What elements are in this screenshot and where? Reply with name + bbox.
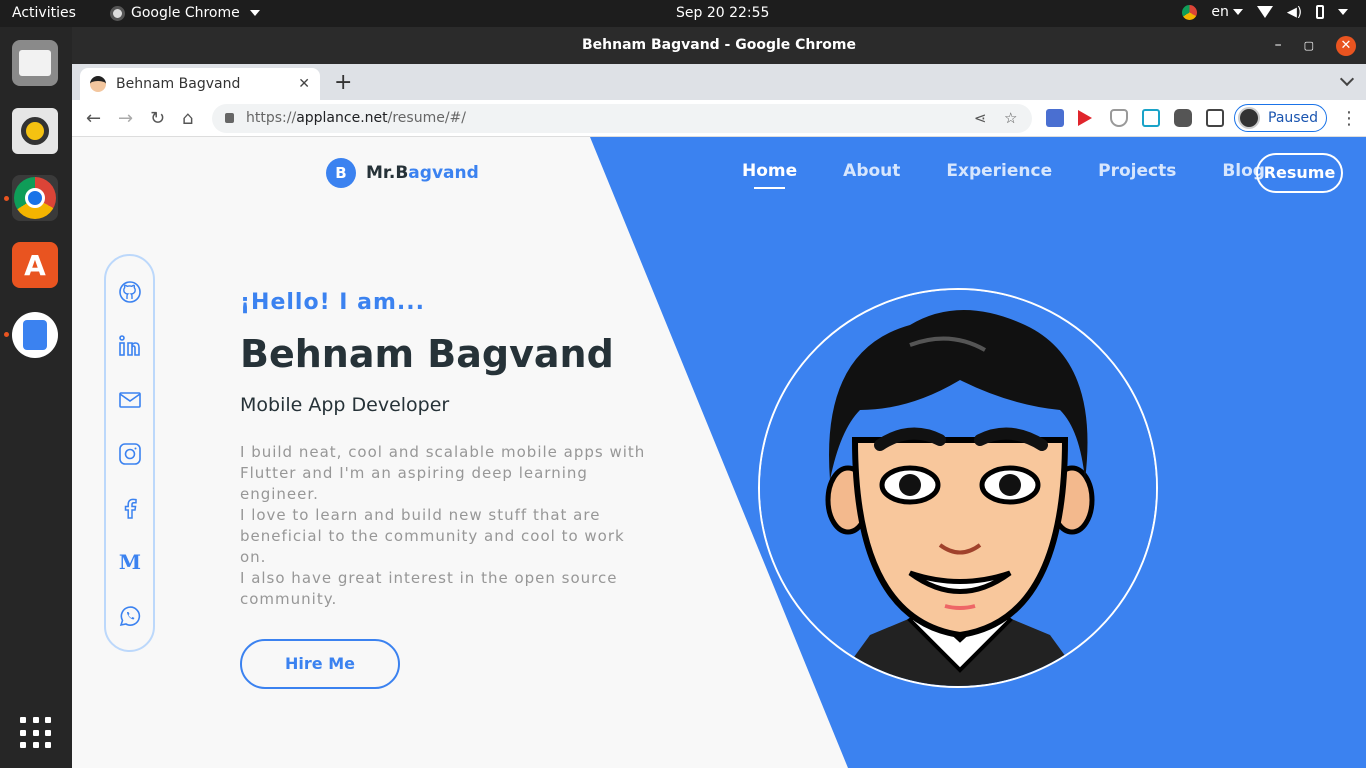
bookmark-star-icon[interactable]: ☆ — [1004, 104, 1017, 133]
red-arrow-extension-icon[interactable] — [1078, 109, 1096, 127]
nav-about[interactable]: About — [843, 161, 900, 181]
hire-me-button[interactable]: Hire Me — [240, 639, 400, 689]
url-host: applance.net — [296, 110, 388, 126]
rhythmbox-app-icon[interactable] — [12, 108, 58, 154]
reload-button[interactable]: ↻ — [150, 108, 165, 129]
shield-extension-icon[interactable] — [1110, 109, 1128, 127]
profile-status: Paused — [1268, 110, 1319, 126]
software-center-icon[interactable]: A — [12, 242, 58, 288]
dock: A — [0, 27, 72, 768]
volume-icon: ◀) — [1286, 4, 1302, 20]
profile-button[interactable]: Paused — [1234, 104, 1327, 132]
bio-paragraph: I also have great interest in the open s… — [240, 569, 618, 608]
url-prefix: https:// — [246, 110, 297, 126]
favicon-icon — [90, 76, 106, 92]
nav-projects[interactable]: Projects — [1098, 161, 1176, 181]
browser-toolbar: ← → ↻ ⌂ https://applance.net/resume/#/ ⋖… — [72, 100, 1366, 137]
show-apps-icon[interactable] — [20, 717, 52, 749]
system-top-bar: Activities Google Chrome Sep 20 22:55 en… — [0, 0, 1366, 27]
instagram-icon[interactable] — [118, 442, 142, 466]
hero-name: Behnam Bagvand — [240, 332, 614, 376]
web-page: B Mr.Bagvand Home About Experience Proje… — [72, 137, 1366, 768]
whatsapp-icon[interactable] — [118, 604, 142, 628]
nav-home[interactable]: Home — [742, 161, 797, 189]
extensions-puzzle-icon[interactable] — [1174, 109, 1192, 127]
clock[interactable]: Sep 20 22:55 — [676, 5, 769, 21]
system-tray[interactable]: en ◀) — [1182, 4, 1348, 20]
bio-paragraph: I build neat, cool and scalable mobile a… — [240, 443, 646, 503]
browser-tab[interactable]: Behnam Bagvand ✕ — [80, 68, 320, 100]
bio-paragraph: I love to learn and build new stuff that… — [240, 506, 625, 566]
logo-text-dark: Mr.B — [366, 163, 409, 183]
kebab-menu-icon[interactable]: ⋮ — [1340, 108, 1358, 129]
social-links-bar: M — [104, 254, 155, 652]
url-path: /resume/#/ — [387, 110, 466, 126]
chevron-down-icon — [1232, 9, 1243, 15]
lock-icon — [225, 113, 234, 123]
running-indicator — [4, 196, 9, 201]
android-studio-icon[interactable] — [12, 312, 58, 358]
close-button[interactable]: ✕ — [1336, 35, 1356, 56]
window-title: Behnam Bagvand - Google Chrome — [581, 37, 857, 53]
facebook-icon[interactable] — [118, 496, 142, 520]
resume-button[interactable]: Resume — [1256, 153, 1343, 193]
maximize-button[interactable]: ▢ — [1304, 27, 1314, 64]
home-button[interactable]: ⌂ — [182, 108, 193, 129]
logo-text-blue: agvand — [408, 163, 479, 183]
chevron-down-icon — [1338, 9, 1348, 15]
window-titlebar: Behnam Bagvand - Google Chrome – ▢ ✕ — [72, 27, 1366, 64]
app-menu[interactable]: Google Chrome — [110, 5, 260, 21]
chrome-icon — [110, 5, 125, 21]
chrome-tray-icon[interactable] — [1182, 4, 1198, 20]
hero-bio: I build neat, cool and scalable mobile a… — [240, 442, 650, 610]
sync-extension-icon[interactable] — [1142, 109, 1160, 127]
site-nav: Home About Experience Projects Blog — [742, 161, 1265, 189]
site-logo[interactable]: B Mr.Bagvand — [326, 158, 479, 188]
forward-button[interactable]: → — [118, 108, 133, 129]
share-icon[interactable]: ⋖ — [974, 104, 987, 133]
svg-text:M: M — [119, 550, 141, 574]
hello-greeting: ¡Hello! I am... — [240, 290, 425, 315]
chevron-down-icon — [249, 10, 260, 16]
running-indicator — [4, 332, 9, 337]
tab-strip: Behnam Bagvand ✕ + — [72, 64, 1366, 100]
github-icon[interactable] — [118, 280, 142, 304]
side-panel-icon[interactable] — [1206, 109, 1224, 127]
chrome-window: Behnam Bagvand - Google Chrome – ▢ ✕ Beh… — [72, 27, 1366, 768]
mail-icon[interactable] — [118, 388, 142, 412]
address-bar[interactable]: https://applance.net/resume/#/ ⋖ ☆ — [212, 104, 1032, 133]
minimize-button[interactable]: – — [1275, 27, 1282, 64]
tab-title: Behnam Bagvand — [116, 76, 241, 92]
nav-experience[interactable]: Experience — [946, 161, 1052, 181]
avatar-image — [758, 288, 1158, 688]
activities-button[interactable]: Activities — [12, 5, 76, 21]
app-menu-label: Google Chrome — [131, 5, 240, 21]
back-button[interactable]: ← — [86, 108, 101, 129]
wifi-icon — [1256, 6, 1273, 18]
linkedin-icon[interactable] — [118, 334, 142, 358]
files-app-icon[interactable] — [12, 40, 58, 86]
tab-search-icon[interactable] — [1339, 71, 1355, 87]
profile-avatar — [1238, 107, 1260, 129]
translate-extension-icon[interactable] — [1046, 109, 1064, 127]
language-indicator[interactable]: en — [1211, 4, 1243, 20]
hero-role: Mobile App Developer — [240, 394, 450, 416]
close-tab-icon[interactable]: ✕ — [298, 76, 310, 92]
logo-badge: B — [326, 158, 356, 188]
battery-icon — [1316, 5, 1324, 19]
new-tab-button[interactable]: + — [334, 70, 352, 95]
chrome-app-icon[interactable] — [12, 175, 58, 221]
medium-icon[interactable]: M — [118, 550, 142, 574]
